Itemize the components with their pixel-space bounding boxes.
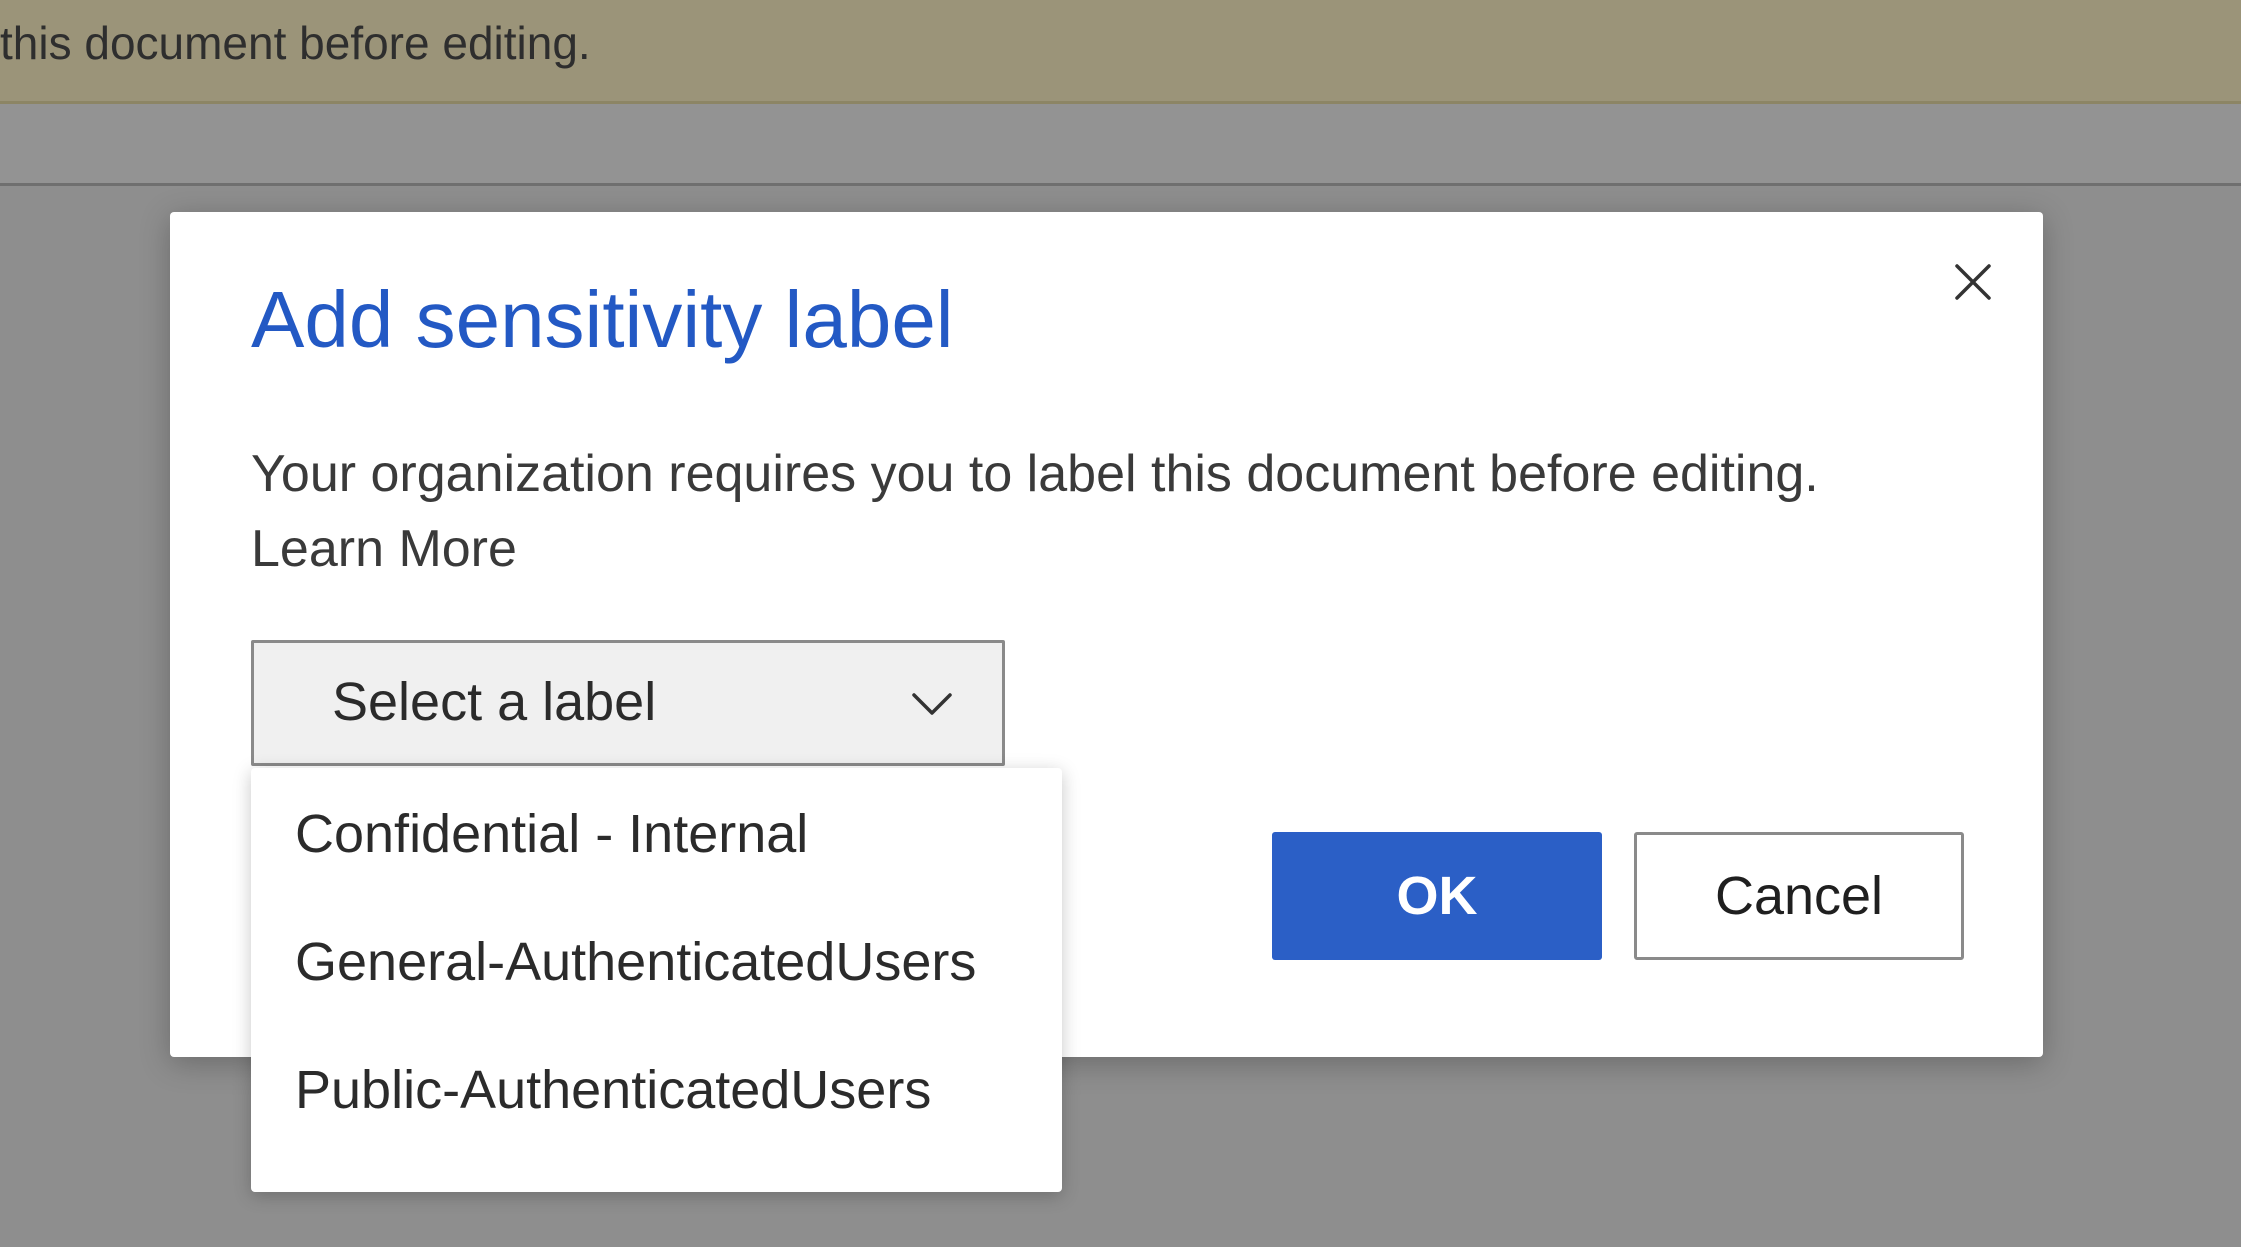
select-value: Select a label xyxy=(332,672,657,732)
dialog-message: Your organization requires you to label … xyxy=(251,437,2011,587)
cancel-button[interactable]: Cancel xyxy=(1634,832,1964,960)
toolbar-strip xyxy=(0,104,2241,186)
notification-banner: this document before editing. xyxy=(0,0,2241,104)
close-button[interactable] xyxy=(1945,254,2001,310)
label-select-dropdown[interactable]: Select a label xyxy=(251,640,1005,766)
banner-text: this document before editing. xyxy=(0,17,591,69)
label-options-list: Confidential - Internal General-Authenti… xyxy=(251,768,1062,1192)
dialog-title: Add sensitivity label xyxy=(251,275,954,364)
ok-button[interactable]: OK xyxy=(1272,832,1602,960)
chevron-down-icon xyxy=(910,685,954,725)
learn-more-link[interactable]: Learn More xyxy=(251,512,2011,587)
label-option-public-authenticated-users[interactable]: Public-AuthenticatedUsers xyxy=(251,1062,1062,1190)
label-option-confidential-internal[interactable]: Confidential - Internal xyxy=(251,806,1062,934)
label-option-general-authenticated-users[interactable]: General-AuthenticatedUsers xyxy=(251,934,1062,1062)
close-icon xyxy=(1955,264,1991,300)
dialog-message-text: Your organization requires you to label … xyxy=(251,445,1819,503)
